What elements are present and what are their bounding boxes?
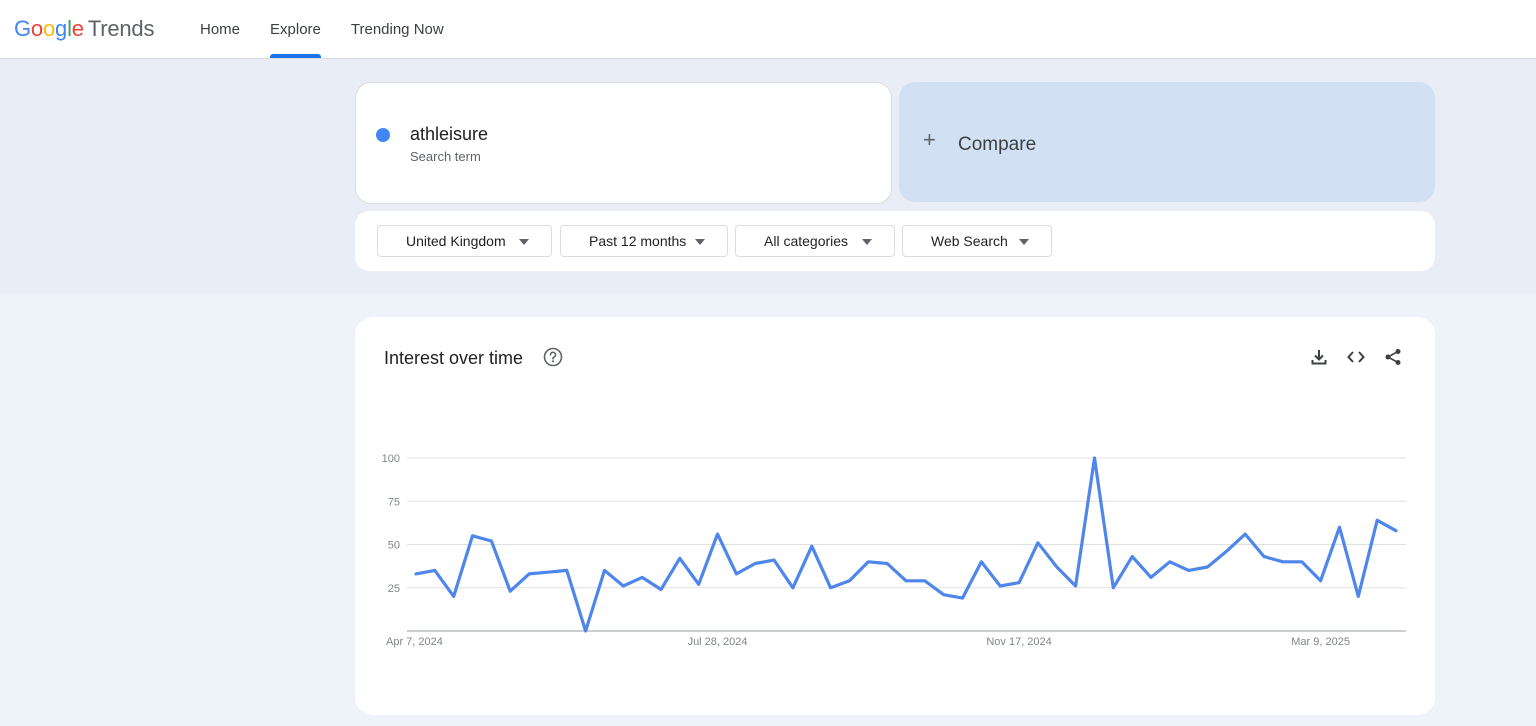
logo-letter-4: g: [55, 16, 68, 41]
main-nav: Home Explore Trending Now: [190, 0, 454, 58]
category-dropdown-label: All categories: [764, 233, 849, 249]
google-trends-logo[interactable]: Google Trends: [14, 16, 154, 44]
search-property-dropdown[interactable]: Web Search: [902, 225, 1052, 257]
term-color-dot: [376, 128, 390, 142]
y-tick-label: 75: [388, 496, 400, 508]
search-term-text[interactable]: athleisure: [410, 124, 488, 145]
search-term-card[interactable]: athleisure Search term: [355, 82, 892, 204]
x-tick-label: Apr 7, 2024: [386, 636, 443, 648]
x-tick-label: Jul 28, 2024: [688, 636, 748, 648]
search-property-dropdown-label: Web Search: [931, 233, 1008, 249]
caret-down-icon: [695, 239, 705, 245]
logo-letter-3: o: [42, 16, 56, 41]
logo-letter-6: e: [71, 16, 84, 41]
y-tick-label: 25: [388, 583, 400, 595]
plus-icon: +: [923, 127, 936, 152]
top-app-bar: Google Trends Home Explore Trending Now: [0, 0, 1536, 59]
logo-letter-1: G: [14, 16, 31, 41]
time-range-dropdown-label: Past 12 months: [589, 233, 687, 249]
y-tick-label: 50: [388, 540, 400, 552]
caret-down-icon: [862, 239, 872, 245]
search-term-subtitle: Search term: [410, 149, 481, 164]
region-dropdown-label: United Kingdom: [406, 233, 506, 249]
time-range-dropdown[interactable]: Past 12 months: [560, 225, 728, 257]
nav-home[interactable]: Home: [190, 0, 250, 58]
compare-label: Compare: [958, 134, 1037, 155]
compare-button[interactable]: + Compare: [899, 82, 1435, 202]
interest-over-time-card: Interest over time 25 50 75 100 Apr 7, 2024 J…: [355, 317, 1435, 715]
filter-bar: United Kingdom Past 12 months All catego…: [355, 211, 1435, 271]
category-dropdown[interactable]: All categories: [735, 225, 895, 257]
logo-letter-2: o: [30, 16, 43, 41]
interest-line-chart[interactable]: 25 50 75 100 Apr 7, 2024 Jul 28, 2024 Nov 17, …: [355, 317, 1435, 715]
y-tick-label: 100: [382, 453, 400, 465]
x-tick-label: Mar 9, 2025: [1291, 636, 1350, 648]
caret-down-icon: [1019, 239, 1029, 245]
caret-down-icon: [519, 239, 529, 245]
nav-explore[interactable]: Explore: [260, 0, 331, 58]
nav-trending-now[interactable]: Trending Now: [341, 0, 454, 58]
x-tick-label: Nov 17, 2024: [986, 636, 1051, 648]
region-dropdown[interactable]: United Kingdom: [377, 225, 552, 257]
logo-trends-text: Trends: [87, 16, 155, 41]
